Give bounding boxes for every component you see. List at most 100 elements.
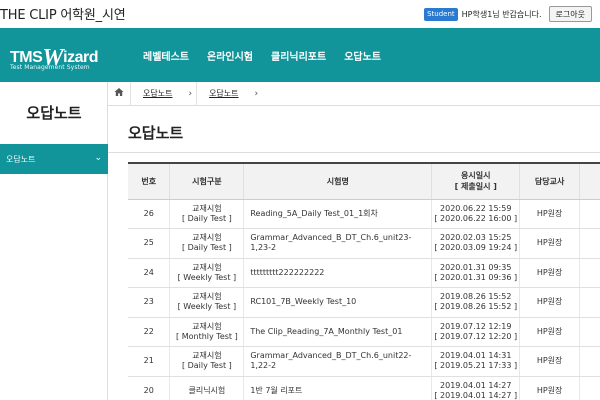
home-icon[interactable] (108, 87, 130, 100)
nav-level-test[interactable]: 레벨테스트 (143, 48, 189, 63)
cell-date: 2020.06.22 15:59[ 2020.06.22 16:00 ] (431, 199, 521, 229)
breadcrumb: 오답노트 › 오답노트 › (108, 81, 600, 106)
wrong-answer-table: 번호 시험구분 시험명 응시일시[ 제출일시 ] 담당교사 26 교재시험[ D… (128, 162, 600, 400)
cell-date-line1: 2019.04.01 14:27 (440, 380, 512, 390)
main-header: TMSWizard Test Management System 레벨테스트 온… (0, 28, 600, 82)
tms-wizard-logo[interactable]: TMSWizard Test Management System (8, 40, 108, 74)
cell-name[interactable]: The Clip_Reading_7A_Monthly Test_01 (243, 317, 433, 347)
cell-no: 20 (128, 376, 171, 400)
cell-date: 2019.04.01 14:31[ 2019.05.21 17:33 ] (431, 346, 521, 377)
cell-extra (579, 199, 600, 229)
cell-type-line1: 교재시험 (192, 262, 222, 272)
student-badge: Student (424, 7, 458, 21)
cell-date-line2: [ 2019.05.21 17:33 ] (434, 361, 518, 371)
cell-extra (579, 287, 600, 318)
table-header-row: 번호 시험구분 시험명 응시일시[ 제출일시 ] 담당교사 (128, 162, 600, 200)
cell-date-line2: [ 2019.08.26 15:52 ] (434, 302, 518, 312)
greeting-text: HP학생1님 반갑습니다. (461, 9, 542, 19)
breadcrumb-item-1[interactable]: 오답노트 (130, 81, 184, 106)
table-row[interactable]: 25 교재시험[ Daily Test ] Grammar_Advanced_B… (128, 228, 600, 259)
cell-extra (579, 376, 600, 400)
cell-type: 교재시험[ Monthly Test ] (169, 317, 245, 347)
cell-date-line1: 2019.07.12 12:19 (440, 321, 512, 331)
cell-no: 21 (128, 346, 171, 377)
breadcrumb-item-2[interactable]: 오답노트 (196, 81, 250, 106)
cell-type-line2: [ Monthly Test ] (176, 331, 238, 341)
cell-type: 교재시험[ Daily Test ] (169, 199, 245, 229)
cell-teacher: HP원장 (519, 258, 581, 288)
cell-date: 2020.02.03 15:25[ 2020.03.09 19:24 ] (431, 228, 521, 259)
logout-button[interactable]: 로그아웃 (548, 6, 592, 22)
cell-date: 2019.04.01 14:27[ 2019.04.01 14:27 ] (431, 376, 521, 400)
cell-teacher: HP원장 (519, 287, 581, 318)
chevron-right-icon: › (254, 88, 259, 99)
cell-extra (579, 346, 600, 377)
logo-subtitle: Test Management System (10, 64, 90, 71)
cell-date-line2: [ 2020.01.31 09:36 ] (434, 272, 518, 282)
cell-date-line1: 2019.04.01 14:31 (440, 351, 512, 361)
cell-teacher: HP원장 (519, 317, 581, 347)
cell-type-line1: 교재시험 (192, 292, 222, 302)
table-row[interactable]: 21 교재시험[ Daily Test ] Grammar_Advanced_B… (128, 346, 600, 377)
table-row[interactable]: 26 교재시험[ Daily Test ] Reading_5A_Daily T… (128, 199, 600, 229)
cell-name[interactable]: ttttttttt222222222 (243, 258, 433, 288)
cell-date-line1: 2020.01.31 09:35 (440, 262, 512, 272)
cell-name[interactable]: Reading_5A_Daily Test_01_1회차 (243, 199, 433, 229)
header-name: 시험명 (243, 162, 433, 200)
cell-extra (579, 317, 600, 347)
cell-type-line1: 교재시험 (192, 351, 222, 361)
table-row[interactable]: 20 클리닉시험 1반 7월 리포트 2019.04.01 14:27[ 201… (128, 376, 600, 400)
title-divider (108, 152, 600, 153)
cell-type-line1: 교재시험 (192, 203, 222, 213)
cell-date-line1: 2020.02.03 15:25 (440, 233, 512, 243)
user-area: Student HP학생1님 반갑습니다. 로그아웃 (424, 5, 592, 23)
table-row[interactable]: 23 교재시험[ Weekly Test ] RC101_7B_Weekly T… (128, 287, 600, 318)
header-type: 시험구분 (169, 162, 245, 200)
cell-teacher: HP원장 (519, 199, 581, 229)
cell-type-line1: 교재시험 (192, 321, 222, 331)
table-row[interactable]: 22 교재시험[ Monthly Test ] The Clip_Reading… (128, 317, 600, 347)
cell-no: 22 (128, 317, 171, 347)
cell-no: 23 (128, 287, 171, 318)
sidebar-item-label: 오답노트 (6, 154, 36, 164)
cell-type-line2: [ Daily Test ] (181, 213, 232, 223)
cell-teacher: HP원장 (519, 346, 581, 377)
header-no: 번호 (128, 162, 171, 200)
cell-name[interactable]: 1반 7월 리포트 (243, 376, 433, 400)
cell-date-line2: [ 2019.04.01 14:27 ] (434, 390, 518, 400)
cell-date-line1: 2020.06.22 15:59 (440, 203, 512, 213)
main-nav: 레벨테스트 온라인시험 클리닉리포트 오답노트 (143, 28, 381, 82)
cell-name[interactable]: RC101_7B_Weekly Test_10 (243, 287, 433, 318)
sidebar-item-wrong-answer-note[interactable]: 오답노트 ⌄ (0, 144, 108, 174)
site-title: THE CLIP 어학원_시연 (0, 8, 126, 23)
nav-online-exam[interactable]: 온라인시험 (207, 48, 253, 63)
nav-wrong-answer-note[interactable]: 오답노트 (344, 48, 381, 63)
cell-extra (579, 258, 600, 288)
page-title: 오답노트 (128, 124, 184, 142)
cell-no: 24 (128, 258, 171, 288)
cell-type: 교재시험[ Weekly Test ] (169, 258, 245, 288)
cell-type-line2: [ Daily Test ] (181, 243, 232, 253)
top-bar: THE CLIP 어학원_시연 Student HP학생1님 반갑습니다. 로그… (0, 0, 600, 28)
header-date-line2: [ 제출일시 ] (454, 182, 497, 192)
header-extra (579, 162, 600, 200)
cell-type: 교재시험[ Weekly Test ] (169, 287, 245, 318)
cell-date-line1: 2019.08.26 15:52 (440, 292, 512, 302)
cell-name[interactable]: Grammar_Advanced_B_DT_Ch.6_unit22-1,22-2 (243, 346, 433, 377)
cell-date: 2020.01.31 09:35[ 2020.01.31 09:36 ] (431, 258, 521, 288)
nav-clinic-report[interactable]: 클리닉리포트 (271, 48, 326, 63)
cell-type-line2: [ Weekly Test ] (177, 272, 237, 282)
cell-date: 2019.08.26 15:52[ 2019.08.26 15:52 ] (431, 287, 521, 318)
cell-teacher: HP원장 (519, 228, 581, 259)
cell-extra (579, 228, 600, 259)
cell-date: 2019.07.12 12:19[ 2019.07.12 12:20 ] (431, 317, 521, 347)
cell-date-line2: [ 2019.07.12 12:20 ] (434, 331, 518, 341)
cell-type-line2: [ Daily Test ] (181, 361, 232, 371)
cell-date-line2: [ 2020.03.09 19:24 ] (434, 243, 518, 253)
table-row[interactable]: 24 교재시험[ Weekly Test ] ttttttttt22222222… (128, 258, 600, 288)
cell-date-line2: [ 2020.06.22 16:00 ] (434, 213, 518, 223)
sidebar: 오답노트 오답노트 ⌄ (0, 82, 108, 400)
cell-name[interactable]: Grammar_Advanced_B_DT_Ch.6_unit23-1,23-2 (243, 228, 433, 259)
header-date: 응시일시[ 제출일시 ] (431, 162, 521, 200)
cell-type-line1: 교재시험 (192, 233, 222, 243)
